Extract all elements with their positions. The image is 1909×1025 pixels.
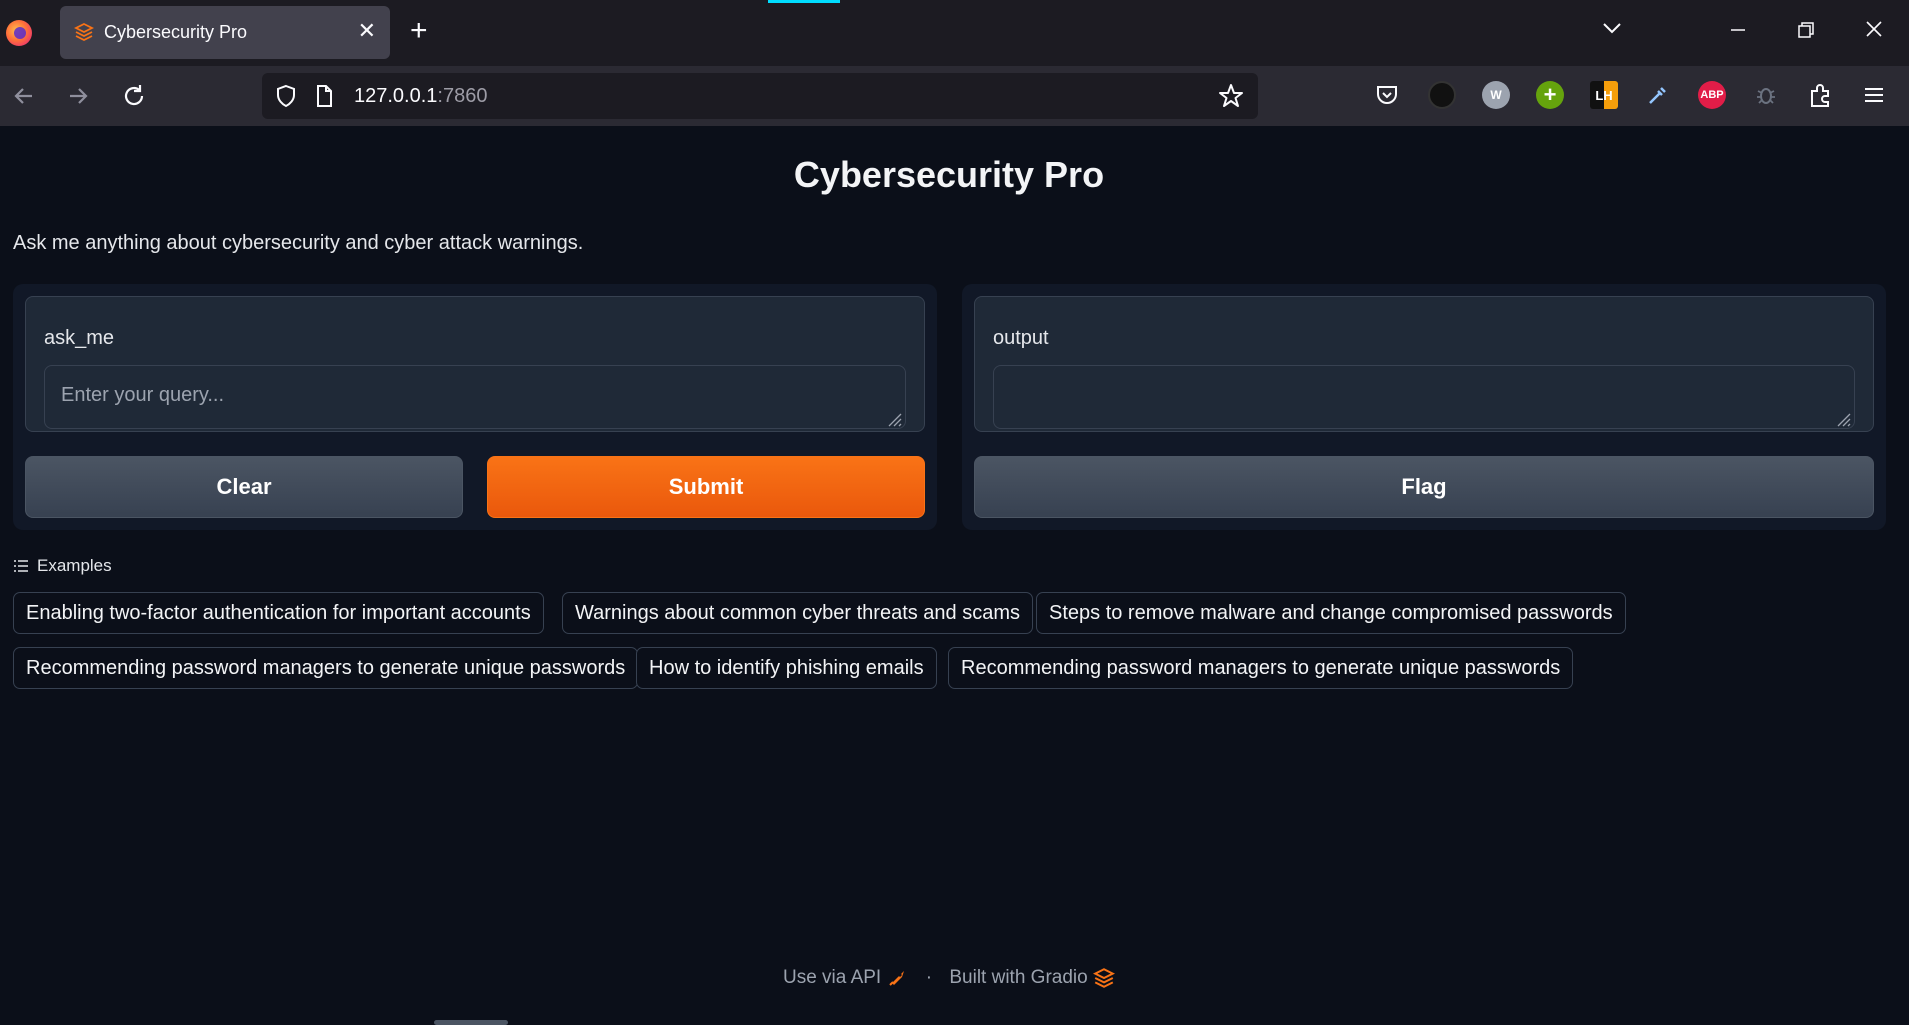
ask-me-block: ask_me xyxy=(25,296,925,432)
eyedropper-icon[interactable] xyxy=(1644,81,1672,109)
example-item[interactable]: Warnings about common cyber threats and … xyxy=(562,592,1034,634)
use-via-api-link[interactable]: Use via API xyxy=(783,967,881,988)
browser-nav-bar: 127.0.0.1:7860 W + LH ABP xyxy=(0,66,1909,126)
tab-loading-indicator xyxy=(768,0,840,3)
rocket-icon xyxy=(889,971,905,986)
url-text[interactable]: 127.0.0.1:7860 xyxy=(354,85,487,108)
close-window-icon[interactable] xyxy=(1856,14,1892,50)
examples-label: Examples xyxy=(37,556,112,575)
app-description: Ask me anything about cybersecurity and … xyxy=(13,232,584,254)
dark-reader-icon[interactable] xyxy=(1428,81,1456,109)
extensions-icon[interactable] xyxy=(1806,81,1834,109)
built-with-gradio-link[interactable]: Built with Gradio xyxy=(949,967,1087,988)
url-host: 127.0.0.1 xyxy=(354,85,438,107)
footer: Use via API · Built with Gradio xyxy=(0,967,1898,989)
reload-icon[interactable] xyxy=(118,80,150,112)
list-tabs-chevron-icon[interactable] xyxy=(1594,14,1630,50)
examples-header: Examples xyxy=(13,556,112,576)
ask-me-label: ask_me xyxy=(44,327,115,349)
page-info-icon[interactable] xyxy=(312,84,336,108)
firefox-icon[interactable] xyxy=(6,20,32,46)
list-icon xyxy=(14,560,28,572)
example-item[interactable]: Enabling two-factor authentication for i… xyxy=(13,592,544,634)
browser-tab-bar: Cybersecurity Pro ✕ + xyxy=(0,0,1909,66)
output-label: output xyxy=(993,327,1049,349)
example-item[interactable]: How to identify phishing emails xyxy=(636,647,937,689)
close-tab-icon[interactable]: ✕ xyxy=(358,18,376,44)
adblock-plus-icon[interactable]: ABP xyxy=(1698,81,1726,109)
back-icon[interactable] xyxy=(8,80,40,112)
tracking-protection-shield-icon[interactable] xyxy=(274,84,298,108)
example-item[interactable]: Recommending password managers to genera… xyxy=(13,647,639,689)
ask-me-textarea[interactable] xyxy=(44,365,906,429)
example-item[interactable]: Steps to remove malware and change compr… xyxy=(1036,592,1626,634)
gradio-favicon-icon xyxy=(74,22,94,42)
output-block: output xyxy=(974,296,1874,432)
input-panel: ask_me Clear Submit xyxy=(13,284,937,530)
gradio-logo-icon xyxy=(1092,968,1116,988)
clear-button[interactable]: Clear xyxy=(25,456,463,518)
new-tab-icon[interactable]: + xyxy=(410,16,428,46)
restore-icon[interactable] xyxy=(1788,14,1824,50)
tab-title: Cybersecurity Pro xyxy=(104,22,248,42)
url-bar[interactable]: 127.0.0.1:7860 xyxy=(262,73,1258,119)
resize-grip-icon[interactable] xyxy=(1835,411,1851,427)
output-panel: output Flag xyxy=(962,284,1886,530)
flag-button[interactable]: Flag xyxy=(974,456,1874,518)
footer-separator: · xyxy=(925,967,933,988)
horizontal-scrollbar[interactable] xyxy=(434,1020,508,1025)
w-extension-icon[interactable]: W xyxy=(1482,81,1510,109)
lighthouse-icon[interactable]: LH xyxy=(1590,81,1618,109)
browser-tab[interactable]: Cybersecurity Pro ✕ xyxy=(60,6,390,59)
minimize-icon[interactable] xyxy=(1720,14,1756,50)
submit-button[interactable]: Submit xyxy=(487,456,925,518)
pocket-icon[interactable] xyxy=(1373,81,1401,109)
menu-icon[interactable] xyxy=(1860,81,1888,109)
page-title: Cybersecurity Pro xyxy=(793,154,1105,195)
example-item[interactable]: Recommending password managers to genera… xyxy=(948,647,1574,689)
bug-icon[interactable] xyxy=(1752,81,1780,109)
url-port: :7860 xyxy=(437,85,488,107)
output-textarea[interactable] xyxy=(993,365,1855,429)
forward-icon[interactable] xyxy=(62,80,94,112)
plus-extension-icon[interactable]: + xyxy=(1536,81,1564,109)
bookmark-star-icon[interactable] xyxy=(1218,83,1244,109)
resize-grip-icon[interactable] xyxy=(886,411,902,427)
